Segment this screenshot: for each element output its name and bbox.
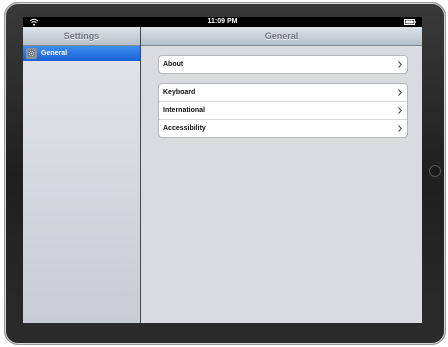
chevron-right-icon (398, 61, 402, 68)
status-bar: 11:09 PM (23, 17, 422, 27)
row-label: International (163, 107, 206, 114)
row-label: About (163, 61, 184, 68)
chevron-right-icon (398, 125, 402, 132)
battery-icon (404, 19, 416, 25)
sidebar-item-general[interactable]: General (23, 46, 140, 61)
detail-title: General (141, 27, 422, 46)
row-about[interactable]: About (159, 56, 407, 73)
settings-group-input: Keyboard International Accessibility (158, 83, 408, 138)
gear-icon (26, 48, 37, 59)
detail-pane: General About Keyboard International Acc… (141, 27, 422, 323)
sidebar-title: Settings (23, 27, 140, 46)
screen: 11:09 PM Settings General General About (23, 17, 422, 323)
sidebar: Settings General (23, 27, 141, 323)
chevron-right-icon (398, 89, 402, 96)
row-accessibility[interactable]: Accessibility (159, 119, 407, 137)
home-button[interactable] (429, 165, 441, 177)
settings-group-about: About (158, 55, 408, 74)
row-international[interactable]: International (159, 101, 407, 119)
chevron-right-icon (398, 107, 402, 114)
sidebar-item-label: General (41, 50, 68, 57)
status-time: 11:09 PM (207, 18, 238, 25)
row-label: Keyboard (163, 89, 196, 96)
row-label: Accessibility (163, 125, 206, 132)
row-keyboard[interactable]: Keyboard (159, 84, 407, 101)
